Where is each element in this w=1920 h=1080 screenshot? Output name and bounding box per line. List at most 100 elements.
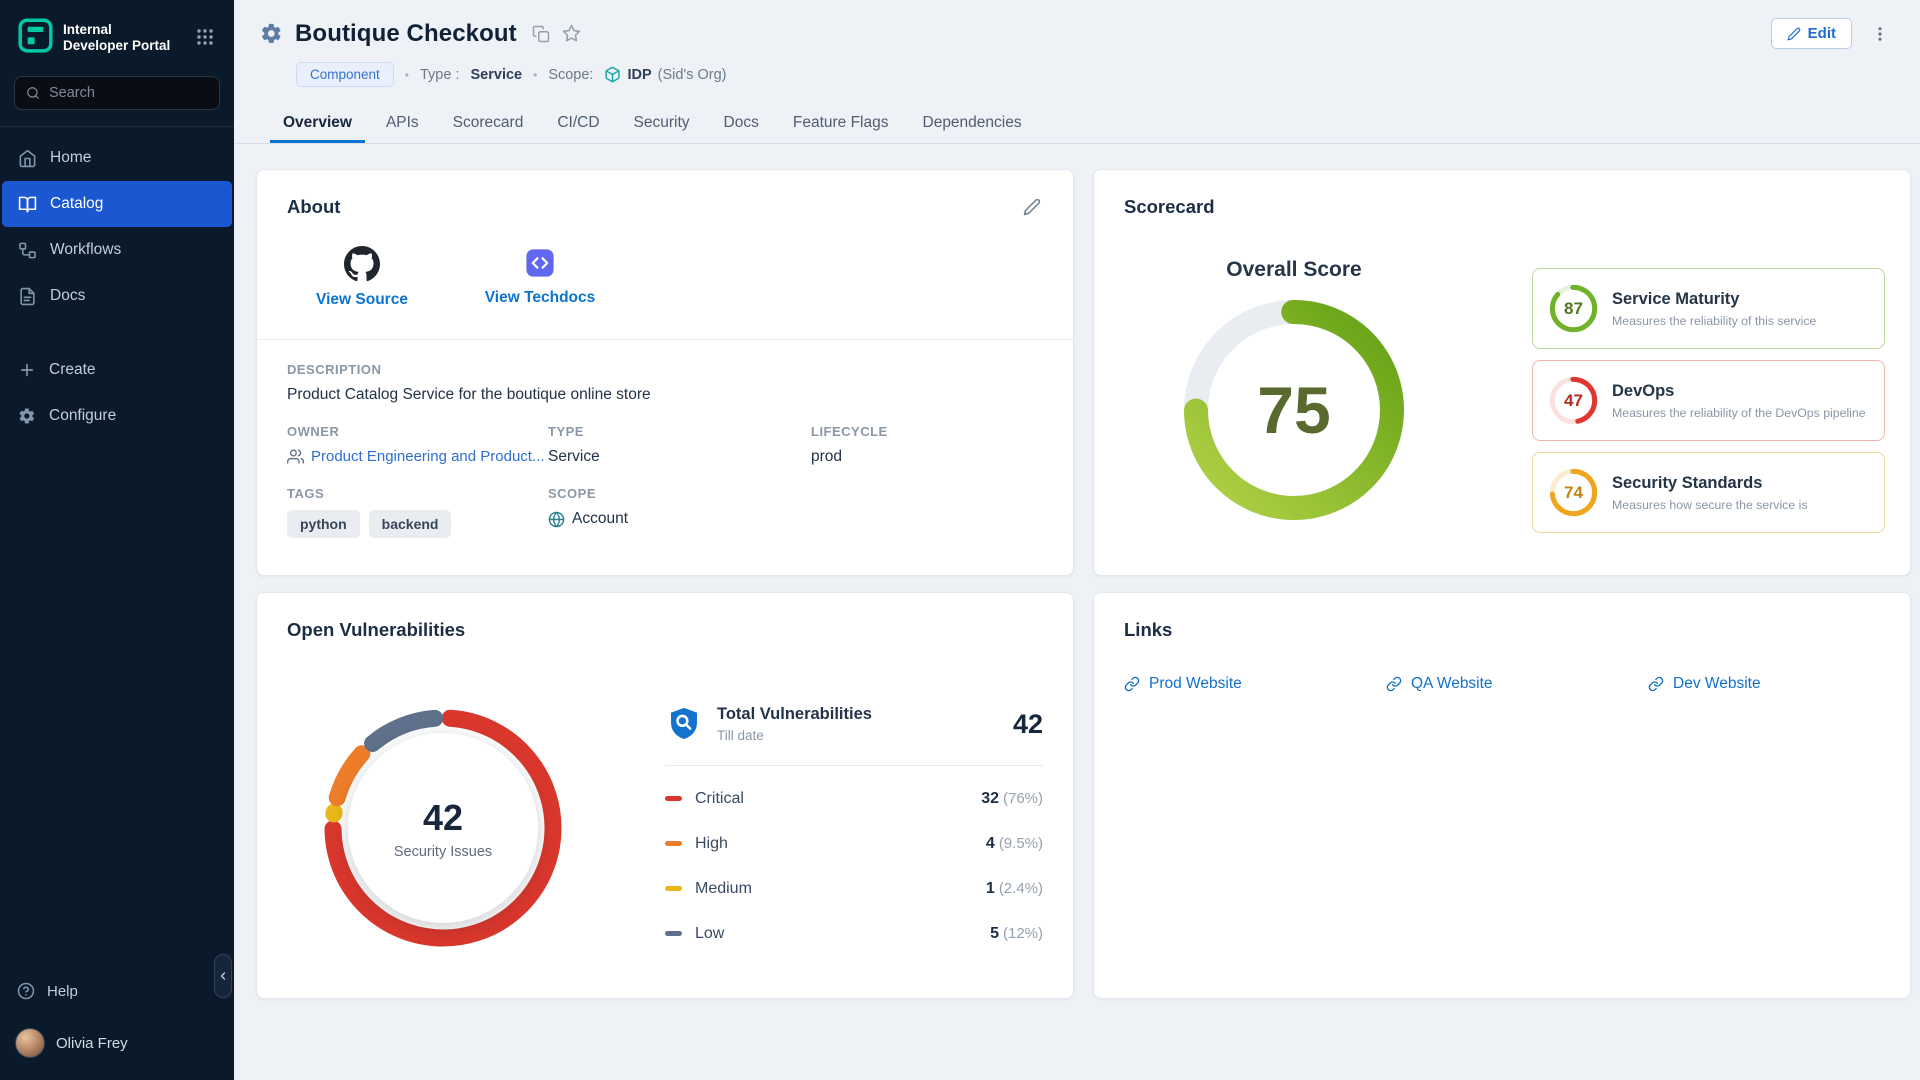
total-vulnerabilities-value: 42	[1013, 709, 1043, 740]
score-pill-desc: Measures the reliability of this service	[1612, 314, 1816, 328]
severity-dash	[665, 796, 682, 801]
sidebar-item-catalog[interactable]: Catalog	[2, 181, 232, 227]
apps-grid-icon[interactable]	[192, 24, 218, 53]
sidebar-item-configure[interactable]: Configure	[2, 393, 232, 439]
tab-feature-flags[interactable]: Feature Flags	[780, 105, 902, 143]
cube-icon	[604, 66, 621, 83]
breadcrumb-separator: •	[405, 68, 409, 82]
more-options-icon[interactable]	[1868, 22, 1892, 46]
severity-dash	[665, 841, 682, 846]
sidebar-item-docs[interactable]: Docs	[2, 273, 232, 319]
page-content: About View Source View Techdocs	[234, 144, 1920, 999]
breadcrumb-separator: •	[533, 68, 537, 82]
tag-pill: python	[287, 510, 360, 538]
score-pill-value: 74	[1549, 468, 1598, 517]
gear-icon	[18, 407, 36, 425]
view-source-link[interactable]: View Source	[287, 246, 437, 309]
sidebar-item-create[interactable]: Create	[2, 347, 232, 393]
type-field-value: Service	[548, 448, 811, 466]
star-icon[interactable]	[559, 21, 584, 46]
score-pill[interactable]: 87 Service Maturity Measures the reliabi…	[1532, 268, 1885, 349]
pencil-icon	[1787, 27, 1801, 41]
overall-score-donut: 75	[1174, 290, 1414, 530]
sidebar-item-workflows[interactable]: Workflows	[2, 227, 232, 273]
score-pill-value: 47	[1549, 376, 1598, 425]
vulnerabilities-card: Open Vulnerabilities 42 Security Issues	[256, 592, 1074, 999]
lifecycle-value: prod	[811, 448, 1043, 466]
users-icon	[287, 448, 304, 465]
harness-logo-icon[interactable]	[18, 18, 53, 58]
overall-score-value: 75	[1174, 290, 1414, 530]
user-menu[interactable]: Olivia Frey	[0, 1012, 234, 1080]
vuln-count-label: Security Issues	[394, 844, 492, 860]
score-pill-desc: Measures the reliability of the DevOps p…	[1612, 406, 1866, 420]
scorecard-title: Scorecard	[1124, 196, 1215, 218]
about-fields: DESCRIPTION Product Catalog Service for …	[257, 340, 1073, 558]
tab-overview[interactable]: Overview	[270, 105, 365, 143]
vulnerabilities-title: Open Vulnerabilities	[287, 619, 465, 641]
type-field-label: TYPE	[548, 424, 811, 439]
owner-link[interactable]: Product Engineering and Product...	[287, 448, 548, 465]
sidebar-bottom: Help Olivia Frey	[0, 970, 234, 1080]
vulnerabilities-donut: 42 Security Issues	[323, 708, 563, 948]
score-pill[interactable]: 74 Security Standards Measures how secur…	[1532, 452, 1885, 533]
overall-score-label: Overall Score	[1226, 258, 1361, 282]
user-name: Olivia Frey	[56, 1035, 128, 1052]
scope-field-value: Account	[548, 510, 811, 528]
sidebar-item-label: Create	[49, 361, 96, 379]
sidebar-actions: Create Configure	[0, 347, 234, 439]
link-icon	[1648, 676, 1664, 692]
sidebar-search[interactable]	[14, 76, 220, 110]
type-label: Type :	[420, 67, 460, 83]
severity-row-low: Low 5(12%)	[665, 911, 1043, 956]
link-dev-website[interactable]: Dev Website	[1648, 675, 1910, 693]
tab-scorecard[interactable]: Scorecard	[440, 105, 537, 143]
about-card: About View Source View Techdocs	[256, 169, 1074, 576]
tags: python backend	[287, 510, 548, 538]
help-button[interactable]: Help	[0, 970, 234, 1012]
edit-button[interactable]: Edit	[1771, 18, 1852, 49]
view-techdocs-link[interactable]: View Techdocs	[465, 246, 615, 309]
docs-icon	[18, 287, 37, 306]
vuln-count: 42	[423, 797, 463, 839]
sidebar-item-home[interactable]: Home	[2, 135, 232, 181]
tags-label: TAGS	[287, 486, 548, 501]
sidebar-collapse-handle[interactable]	[214, 954, 232, 998]
tab-dependencies[interactable]: Dependencies	[910, 105, 1035, 143]
tab-docs[interactable]: Docs	[711, 105, 772, 143]
scope-org: (Sid's Org)	[658, 67, 727, 83]
link-icon	[1386, 676, 1402, 692]
sidebar-item-label: Docs	[50, 287, 85, 305]
lifecycle-label: LIFECYCLE	[811, 424, 1043, 439]
search-icon	[26, 85, 40, 101]
tab-security[interactable]: Security	[621, 105, 703, 143]
sidebar-nav: Home Catalog Workflows Docs Create	[0, 135, 234, 439]
help-icon	[17, 982, 35, 1000]
score-pill-desc: Measures how secure the service is	[1612, 498, 1807, 512]
link-icon	[1124, 676, 1140, 692]
main-area: Boutique Checkout Edit Component • Type …	[234, 0, 1920, 1080]
link-prod-website[interactable]: Prod Website	[1124, 675, 1386, 693]
link-qa-website[interactable]: QA Website	[1386, 675, 1648, 693]
sidebar-divider	[0, 126, 234, 127]
description-value: Product Catalog Service for the boutique…	[287, 386, 1043, 404]
scorecard-card: Scorecard Overall Score	[1093, 169, 1911, 576]
shield-search-icon	[665, 705, 703, 743]
score-pill[interactable]: 47 DevOps Measures the reliability of th…	[1532, 360, 1885, 441]
severity-row-high: High 4(9.5%)	[665, 821, 1043, 866]
type-value: Service	[471, 67, 523, 83]
score-pill-name: Service Maturity	[1612, 290, 1816, 309]
about-edit-icon[interactable]	[1021, 196, 1043, 218]
component-badge: Component	[296, 62, 394, 87]
search-input[interactable]	[49, 85, 208, 101]
tab-apis[interactable]: APIs	[373, 105, 432, 143]
vuln-donut-center: 42 Security Issues	[348, 733, 538, 923]
severity-dash	[665, 931, 682, 936]
header-actions: Edit	[1771, 18, 1892, 49]
severity-row-medium: Medium 1(2.4%)	[665, 866, 1043, 911]
severity-row-critical: Critical 32(76%)	[665, 776, 1043, 821]
copy-icon[interactable]	[529, 22, 553, 46]
tab-cicd[interactable]: CI/CD	[544, 105, 612, 143]
about-links: View Source View Techdocs	[257, 218, 1073, 340]
links-card: Links Prod Website QA Website	[1093, 592, 1911, 999]
